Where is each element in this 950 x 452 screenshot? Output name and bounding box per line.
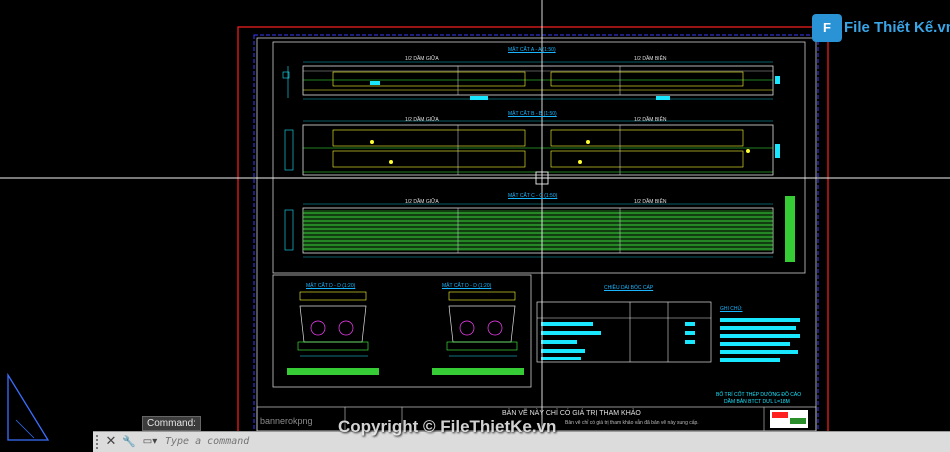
section-a-right-label: 1/2 DẦM BIÊN — [634, 56, 667, 62]
banner-text: bannerokpng — [260, 416, 313, 426]
section-c-left-label: 1/2 DẦM GIỮA — [405, 199, 439, 205]
recent-commands-icon[interactable]: ▭▾ — [139, 434, 161, 450]
detail-title-left: MẶT CẮT D - D (1:20) — [306, 283, 356, 289]
stamp-line-1: BỐ TRÍ CỐT THÉP DƯỜNG ĐỒ CÁO — [716, 392, 802, 398]
close-icon[interactable]: ✕ — [103, 434, 119, 450]
stamp-line-2: DẦM BẢN BTCT DƯL L=18M — [724, 399, 790, 405]
section-b-right-label: 1/2 DẦM BIÊN — [634, 117, 667, 123]
cable-table — [536, 301, 712, 363]
site-logo: F File Thiết Kế.vn — [812, 14, 950, 44]
section-c-right-label: 1/2 DẦM BIÊN — [634, 199, 667, 205]
copyright-watermark: Copyright © FileThietKe.vn — [338, 417, 557, 436]
section-b-left-label: 1/2 DẦM GIỮA — [405, 117, 439, 123]
command-tooltip: Command: — [142, 416, 201, 431]
notes-title: GHI CHÚ: — [720, 306, 743, 312]
section-a-title: MẶT CẮT A - A (1:50) — [508, 47, 556, 53]
footer-sub: Bản vẽ chỉ có giá trị tham khảo vẫn đã b… — [565, 420, 699, 426]
notes-block — [720, 318, 800, 362]
section-b-title: MẶT CẮT B - B (1:50) — [508, 111, 557, 117]
cad-drawing-canvas[interactable] — [0, 0, 950, 452]
logo-mark-icon: F — [812, 14, 842, 42]
section-b-drawing — [284, 120, 780, 179]
section-a-drawing — [282, 61, 780, 100]
section-a-left-label: 1/2 DẦM GIỮA — [405, 56, 439, 62]
detail-section-left — [287, 291, 379, 375]
section-c-title: MẶT CẮT C - C (1:50) — [508, 193, 558, 199]
ucs-icon — [7, 372, 50, 441]
table-title: CHIỀU DÀI BÓC CÁP — [604, 285, 654, 291]
footer-note: BẢN VẼ NÀY CHỈ CÓ GIÁ TRỊ THAM KHẢO — [502, 410, 641, 417]
detail-section-right — [432, 291, 524, 375]
section-c-drawing — [284, 196, 795, 262]
detail-title-right: MẶT CẮT D - D (1:20) — [442, 283, 492, 289]
logo-text: File Thiết Kế.vn — [844, 19, 950, 36]
command-bar-grip[interactable] — [96, 435, 102, 449]
wrench-icon[interactable]: 🔧 — [121, 434, 137, 450]
